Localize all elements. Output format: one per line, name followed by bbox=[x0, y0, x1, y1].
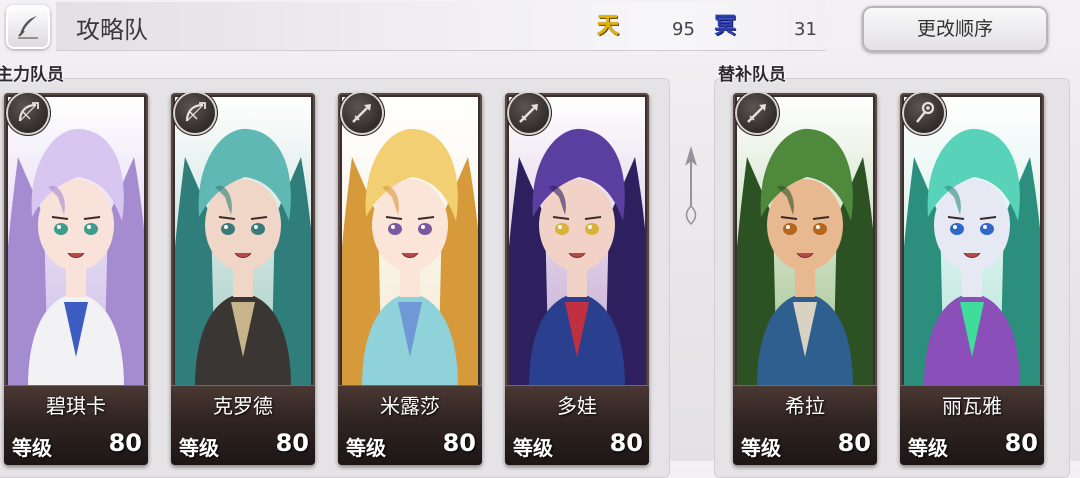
character-name: 多娃 bbox=[557, 394, 597, 418]
level-row: 等级 80 bbox=[505, 425, 649, 465]
level-row: 等级 80 bbox=[171, 425, 315, 465]
level-value: 80 bbox=[275, 429, 309, 457]
reorder-button[interactable]: 更改顺序 bbox=[862, 6, 1048, 52]
character-name: 米露莎 bbox=[380, 394, 440, 418]
character-portrait bbox=[175, 97, 311, 387]
name-plate: 克罗德 bbox=[171, 385, 315, 426]
level-label: 等级 bbox=[179, 436, 219, 460]
nether-resource-value: 31 bbox=[794, 19, 817, 40]
level-label: 等级 bbox=[12, 436, 52, 460]
level-value: 80 bbox=[442, 429, 476, 457]
level-value: 80 bbox=[1004, 429, 1038, 457]
level-label: 等级 bbox=[908, 436, 948, 460]
heaven-resource-value: 95 bbox=[672, 19, 695, 40]
edit-name-button[interactable] bbox=[6, 5, 50, 49]
character-card[interactable]: 碧琪卡 等级 80 bbox=[4, 93, 148, 465]
level-row: 等级 80 bbox=[4, 425, 148, 465]
character-card[interactable]: 丽瓦雅 等级 80 bbox=[900, 93, 1044, 465]
character-portrait bbox=[509, 97, 645, 387]
class-badge bbox=[904, 93, 944, 133]
character-card[interactable]: 多娃 等级 80 bbox=[505, 93, 649, 465]
quill-icon bbox=[18, 16, 38, 39]
class-badge bbox=[509, 93, 549, 133]
character-name: 克罗德 bbox=[213, 394, 273, 418]
name-plate: 多娃 bbox=[505, 385, 649, 426]
character-portrait bbox=[8, 97, 144, 387]
character-name: 碧琪卡 bbox=[46, 394, 106, 418]
level-label: 等级 bbox=[513, 436, 553, 460]
divider-arrow-icon bbox=[685, 146, 697, 226]
level-value: 80 bbox=[837, 429, 871, 457]
name-plate: 碧琪卡 bbox=[4, 385, 148, 426]
name-plate: 希拉 bbox=[733, 385, 877, 426]
character-portrait bbox=[904, 97, 1040, 387]
class-badge bbox=[342, 93, 382, 133]
heaven-resource-icon: 天 bbox=[596, 13, 619, 39]
class-badge bbox=[8, 93, 48, 133]
name-plate: 米露莎 bbox=[338, 385, 482, 426]
character-name: 希拉 bbox=[785, 394, 825, 418]
level-row: 等级 80 bbox=[900, 425, 1044, 465]
character-portrait bbox=[737, 97, 873, 387]
class-badge bbox=[175, 93, 215, 133]
level-row: 等级 80 bbox=[338, 425, 482, 465]
level-label: 等级 bbox=[346, 436, 386, 460]
substitute-members-label: 替补队员 bbox=[718, 65, 786, 85]
class-badge bbox=[737, 93, 777, 133]
name-plate: 丽瓦雅 bbox=[900, 385, 1044, 426]
nether-resource-icon: 冥 bbox=[713, 13, 736, 39]
character-portrait bbox=[342, 97, 478, 387]
top-bar: 攻略队 天 95 冥 31 更改顺序 bbox=[0, 0, 1080, 58]
character-card[interactable]: 米露莎 等级 80 bbox=[338, 93, 482, 465]
level-value: 80 bbox=[108, 429, 142, 457]
character-card[interactable]: 希拉 等级 80 bbox=[733, 93, 877, 465]
title-panel: 攻略队 天 95 冥 31 bbox=[56, 2, 826, 50]
main-members-label: 主力队员 bbox=[0, 65, 64, 85]
level-label: 等级 bbox=[741, 436, 781, 460]
level-row: 等级 80 bbox=[733, 425, 877, 465]
character-card[interactable]: 克罗德 等级 80 bbox=[171, 93, 315, 465]
level-value: 80 bbox=[609, 429, 643, 457]
character-name: 丽瓦雅 bbox=[942, 394, 1002, 418]
team-title: 攻略队 bbox=[76, 16, 148, 44]
